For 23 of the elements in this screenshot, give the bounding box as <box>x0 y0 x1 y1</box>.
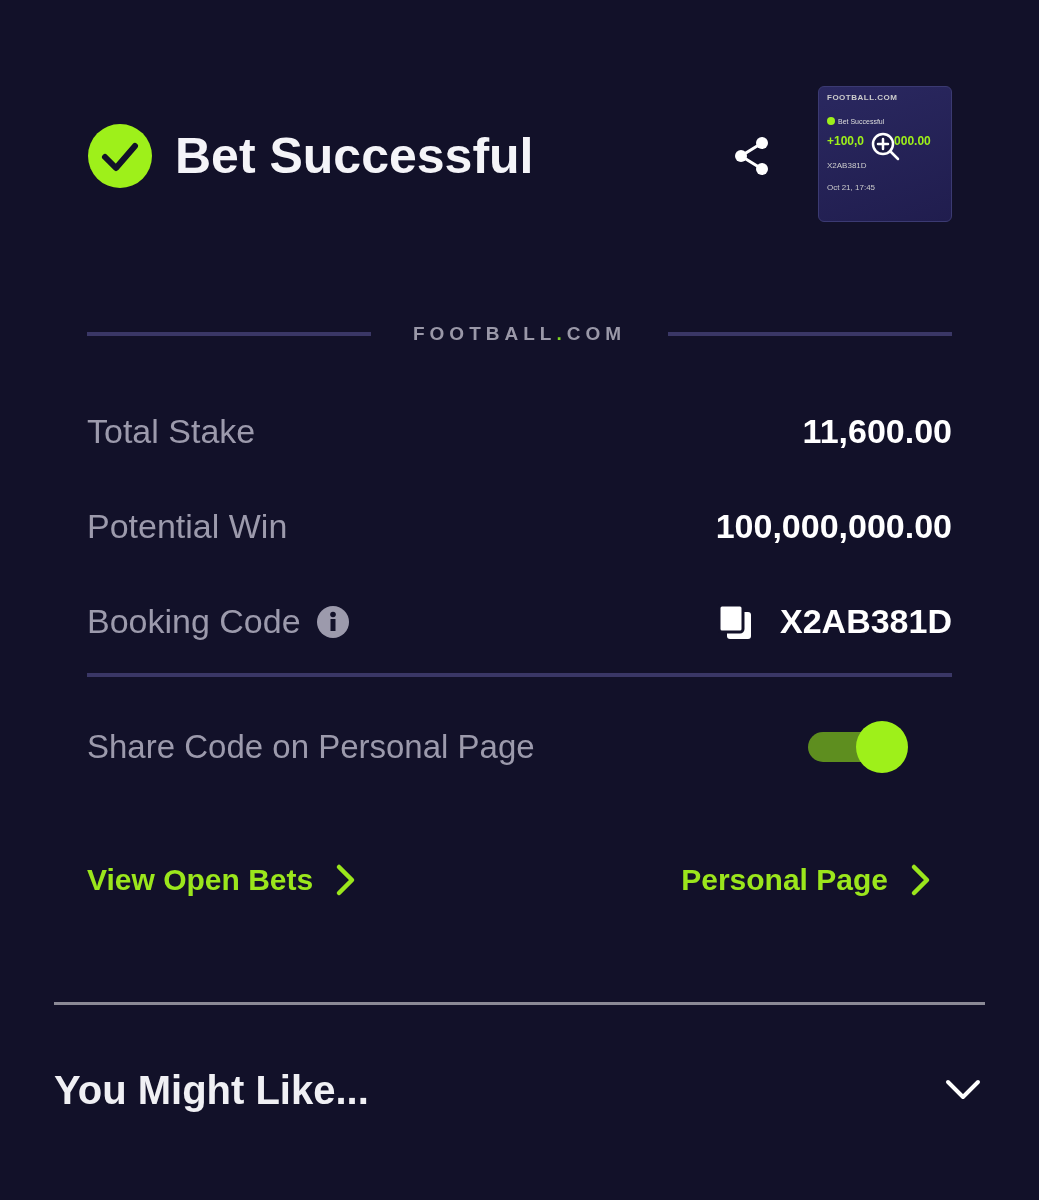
nav-link[interactable]: View Open Bets <box>87 862 358 897</box>
row-label: Potential Win <box>87 507 288 546</box>
page-title: Bet Successful <box>175 127 535 185</box>
chevron-right-icon <box>910 862 932 897</box>
info-icon[interactable] <box>316 605 349 638</box>
chevron-down-icon[interactable] <box>945 1079 981 1101</box>
brand-logo: FOOTBALL.COM <box>413 323 627 345</box>
nav-link[interactable]: Personal Page <box>681 862 932 897</box>
booking-code: X2AB381D <box>780 602 952 641</box>
thumbnail-amount: +100,0 <box>827 134 865 148</box>
row-value: 100,000,000.00 <box>715 507 952 546</box>
row-label: Total Stake <box>87 412 256 451</box>
thumbnail-amount: 000.00 <box>894 134 931 148</box>
row-value: 11,600.00 <box>802 412 952 451</box>
thumbnail-brand: FOOTBALL.COM <box>827 93 899 102</box>
row-label: Booking Code <box>87 602 301 641</box>
share-toggle[interactable] <box>808 721 908 773</box>
thumbnail-code: X2AB381D <box>827 161 868 170</box>
section-title: You Might Like... <box>54 1067 369 1113</box>
toggle-label: Share Code on Personal Page <box>87 728 535 766</box>
thumbnail-date: Oct 21, 17:45 <box>827 183 877 192</box>
share-icon[interactable] <box>734 136 770 176</box>
copy-icon[interactable] <box>718 603 752 640</box>
